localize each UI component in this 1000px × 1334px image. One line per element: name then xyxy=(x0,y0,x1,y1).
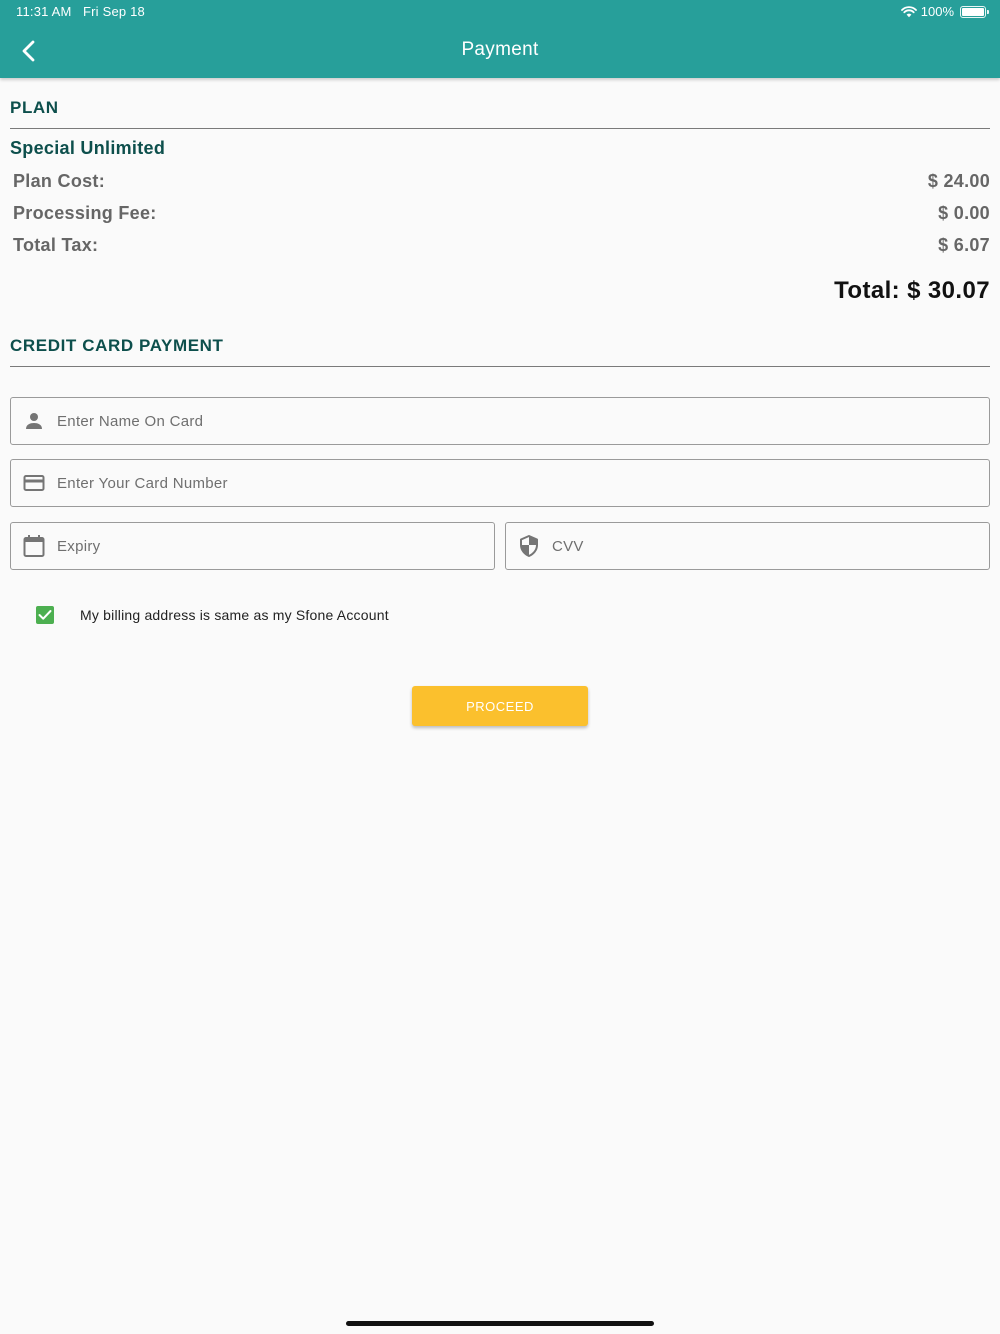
credit-card-icon xyxy=(11,460,57,506)
name-on-card-field[interactable] xyxy=(10,397,990,445)
battery-percent: 100% xyxy=(920,4,954,19)
billing-address-checkbox[interactable] xyxy=(36,606,54,624)
cvv-input[interactable] xyxy=(552,523,989,569)
total-tax-row: Total Tax: $ 6.07 xyxy=(13,233,990,257)
plan-cost-row: Plan Cost: $ 24.00 xyxy=(13,169,990,193)
total-tax-value: $ 6.07 xyxy=(938,234,990,255)
status-time-text: 11:31 AM xyxy=(16,4,72,19)
expiry-field[interactable] xyxy=(10,522,495,570)
person-icon xyxy=(11,398,57,444)
processing-fee-row: Processing Fee: $ 0.00 xyxy=(13,201,990,225)
wifi-icon xyxy=(900,5,917,18)
plan-heading: PLAN xyxy=(10,98,59,117)
battery-icon xyxy=(960,5,989,18)
plan-name: Special Unlimited xyxy=(10,138,166,158)
status-indicators: 100% xyxy=(900,4,989,19)
payment-heading: CREDIT CARD PAYMENT xyxy=(10,336,224,355)
card-number-field[interactable] xyxy=(10,459,990,507)
expiry-input[interactable] xyxy=(57,523,494,569)
processing-fee-label: Processing Fee: xyxy=(13,202,157,223)
checkmark-icon xyxy=(38,610,52,620)
home-indicator xyxy=(346,1321,654,1326)
processing-fee-value: $ 0.00 xyxy=(938,202,990,223)
payment-divider xyxy=(10,366,990,367)
cvv-field[interactable] xyxy=(505,522,990,570)
proceed-button[interactable]: PROCEED xyxy=(412,686,588,726)
status-time: 11:31 AM Fri Sep 18 xyxy=(16,4,145,19)
app-header: 11:31 AM Fri Sep 18 100% Payment xyxy=(0,0,1000,78)
shield-icon xyxy=(506,523,552,569)
status-date-text: Fri Sep 18 xyxy=(83,4,145,19)
total-amount: Total: $ 30.07 xyxy=(834,277,990,304)
billing-address-option: My billing address is same as my Sfone A… xyxy=(36,606,389,624)
name-on-card-input[interactable] xyxy=(57,398,989,444)
billing-address-label[interactable]: My billing address is same as my Sfone A… xyxy=(80,607,389,623)
calendar-icon xyxy=(11,523,57,569)
card-number-input[interactable] xyxy=(57,460,989,506)
page-title: Payment xyxy=(461,39,539,60)
total-tax-label: Total Tax: xyxy=(13,234,99,255)
plan-divider xyxy=(10,128,990,129)
plan-cost-value: $ 24.00 xyxy=(927,170,990,191)
plan-cost-label: Plan Cost: xyxy=(13,170,106,191)
